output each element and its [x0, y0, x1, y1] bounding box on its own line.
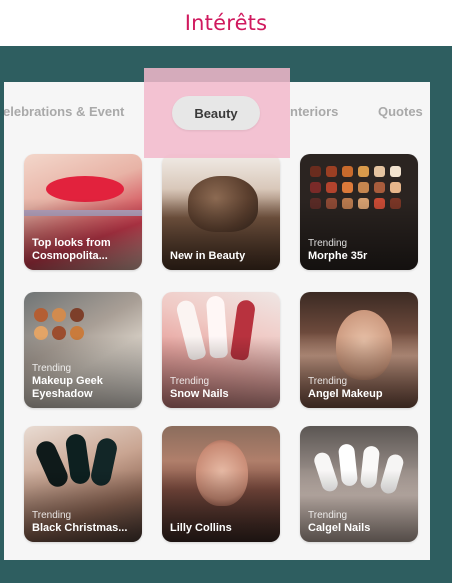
card-subtitle: Trending — [308, 376, 348, 387]
tab-interiors[interactable]: nteriors — [290, 104, 338, 119]
card-subtitle: Trending — [32, 510, 72, 521]
card-title: Makeup Geek Eyeshadow — [32, 375, 103, 400]
card-title: Calgel Nails — [308, 522, 371, 534]
topic-card-morphe-35r[interactable]: Trending Morphe 35r — [300, 154, 418, 270]
topic-card-snow-nails[interactable]: Trending Snow Nails — [162, 292, 280, 408]
topic-card-new-in-beauty[interactable]: New in Beauty — [162, 154, 280, 270]
tab-celebrations-events[interactable]: elebrations & Event — [4, 104, 124, 119]
card-title: Black Christmas... — [32, 522, 128, 534]
card-subtitle: Trending — [308, 238, 348, 249]
topic-card-top-looks[interactable]: Top looks from Cosmopolita... — [24, 154, 142, 270]
card-title: Top looks from Cosmopolita... — [32, 237, 111, 262]
card-title: Snow Nails — [170, 388, 229, 400]
card-title: Angel Makeup — [308, 388, 383, 400]
card-subtitle: Trending — [170, 376, 210, 387]
card-title: Morphe 35r — [308, 250, 368, 262]
topic-card-angel-makeup[interactable]: Trending Angel Makeup — [300, 292, 418, 408]
topic-card-lilly-collins[interactable]: Lilly Collins — [162, 426, 280, 542]
card-subtitle: Trending — [32, 363, 72, 374]
tab-quotes[interactable]: Quotes — [378, 104, 423, 119]
topic-card-black-christmas[interactable]: Trending Black Christmas... — [24, 426, 142, 542]
card-title: Lilly Collins — [170, 522, 232, 534]
page-title: Intérêts — [184, 11, 268, 35]
topic-card-calgel-nails[interactable]: Trending Calgel Nails — [300, 426, 418, 542]
topic-grid: Top looks from Cosmopolita... New in Bea… — [24, 154, 424, 554]
tab-beauty[interactable]: Beauty — [172, 96, 260, 130]
card-title: New in Beauty — [170, 250, 246, 262]
topic-card-makeup-geek[interactable]: Trending Makeup Geek Eyeshadow — [24, 292, 142, 408]
card-subtitle: Trending — [308, 510, 348, 521]
